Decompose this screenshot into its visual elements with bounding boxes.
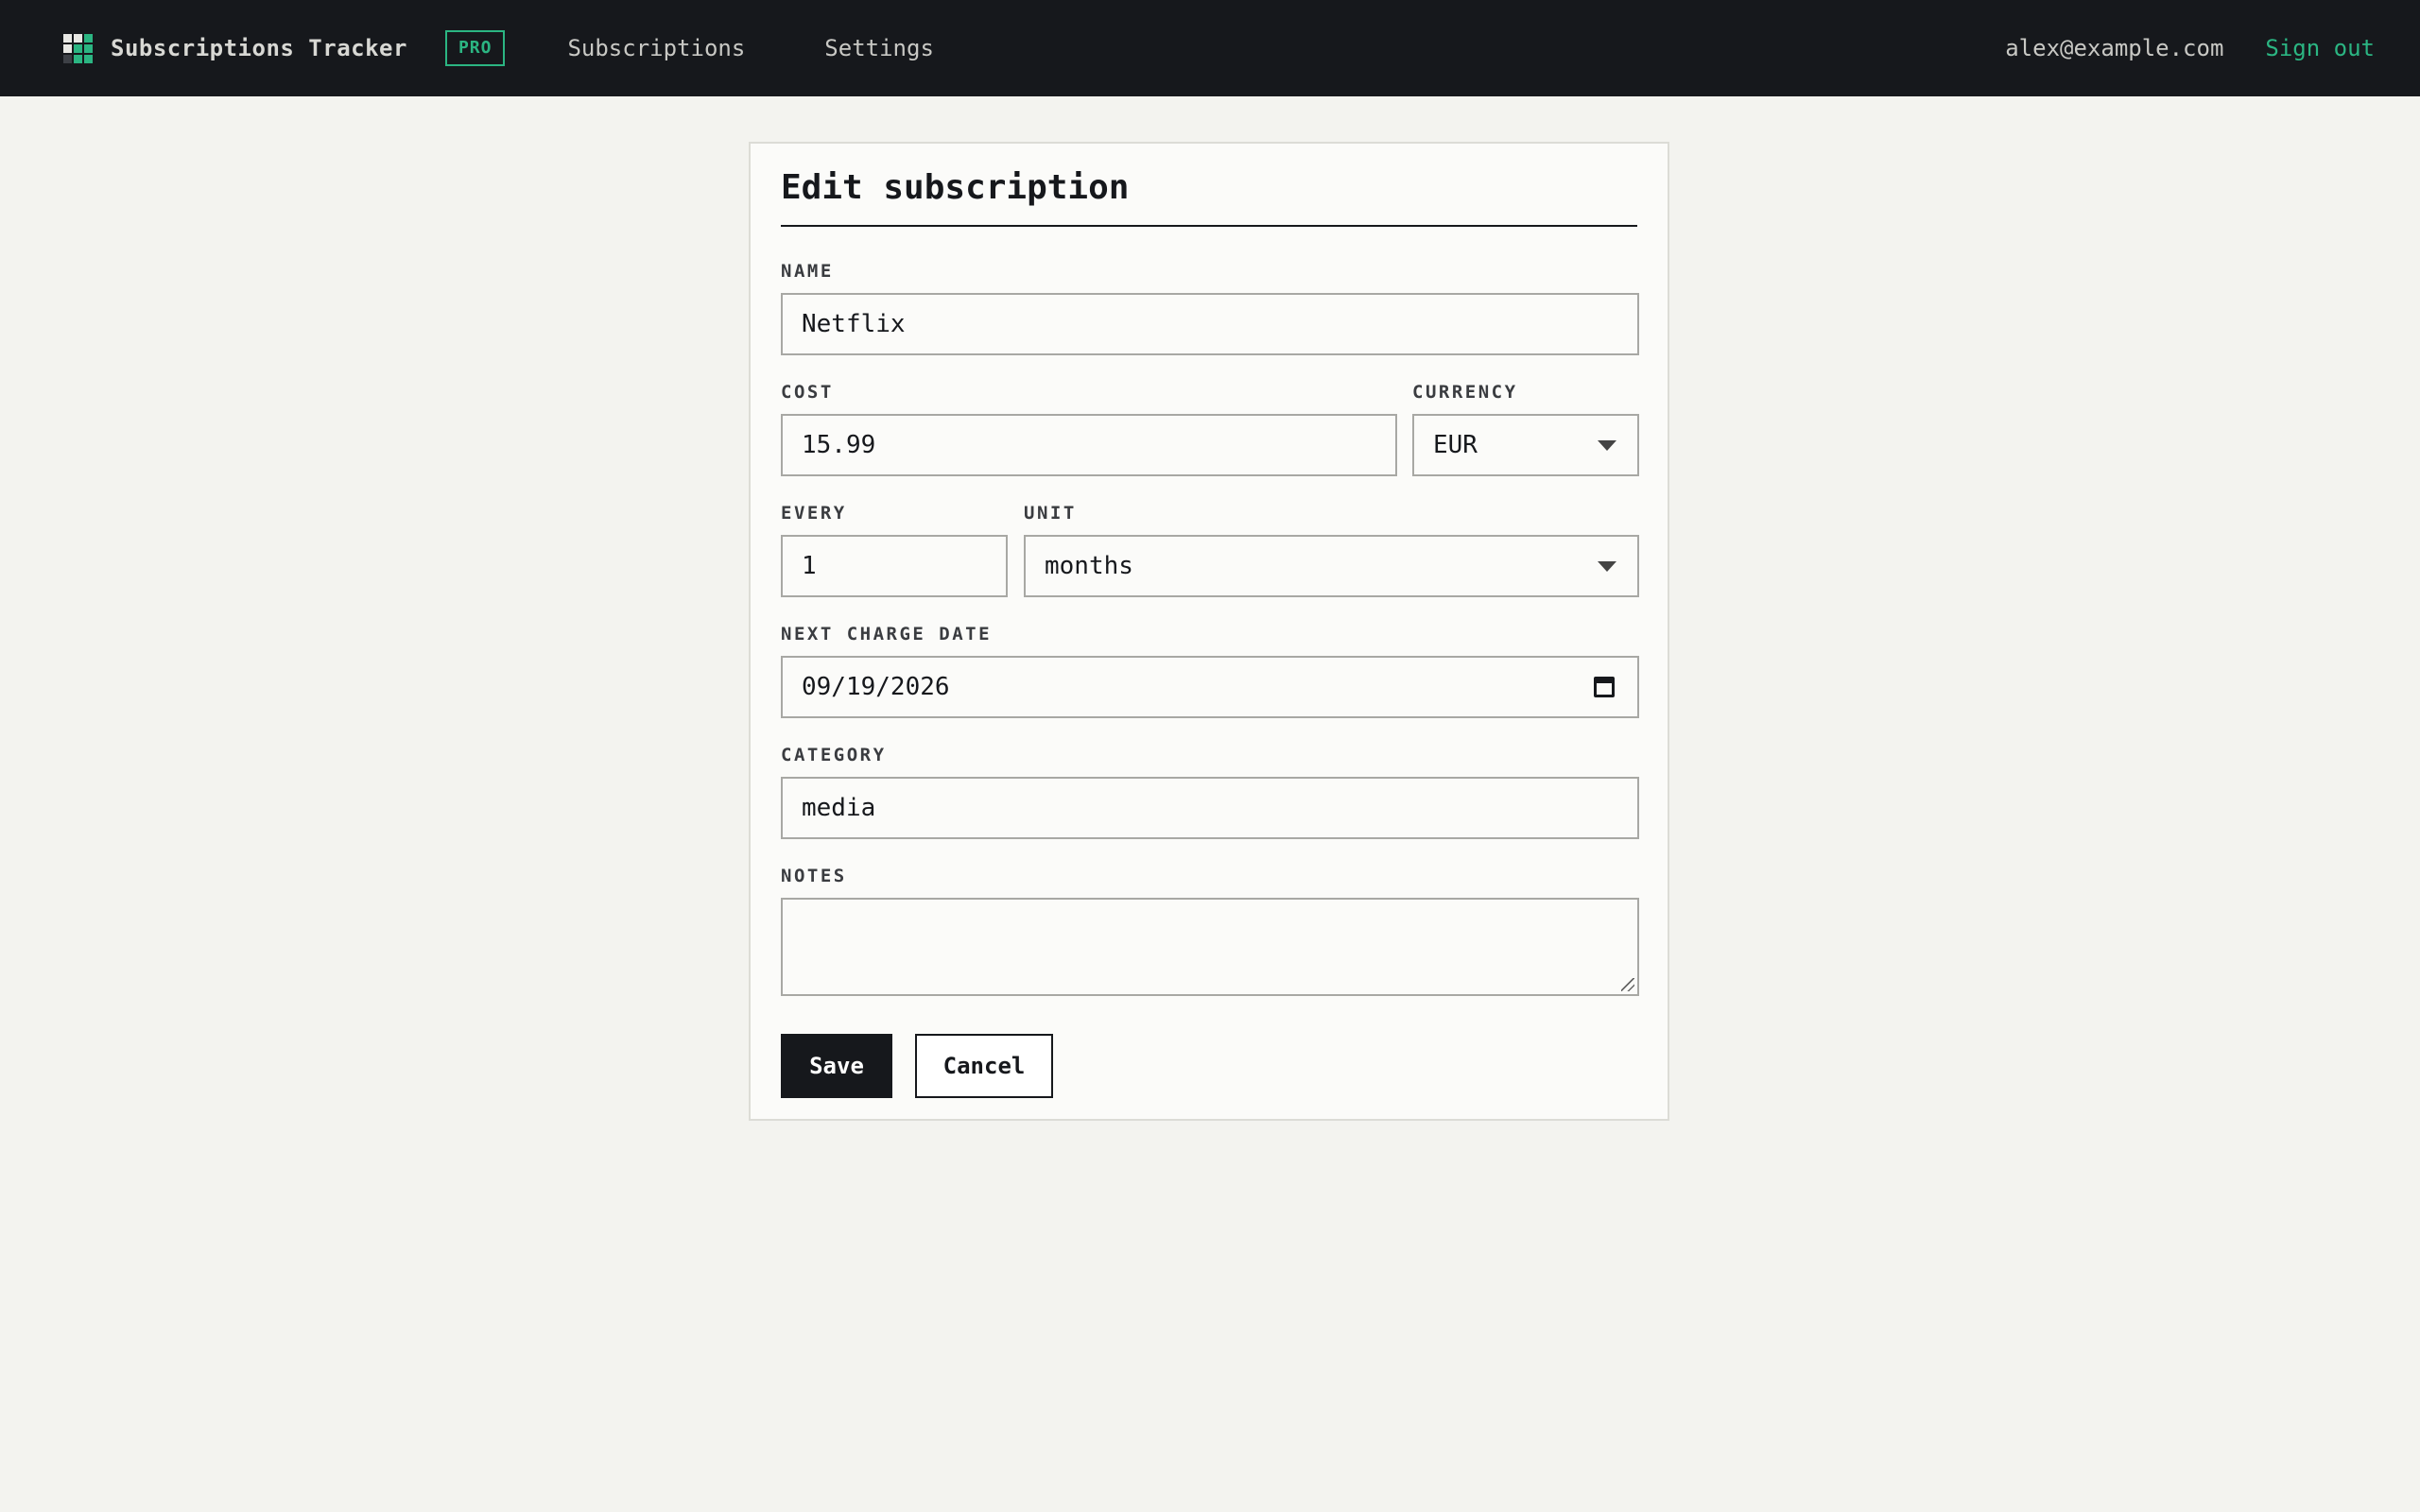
unit-select[interactable]: months xyxy=(1024,535,1639,597)
name-label: NAME xyxy=(781,261,834,282)
logo-square xyxy=(74,54,82,63)
currency-label: CURRENCY xyxy=(1412,382,1518,403)
every-input[interactable]: 1 xyxy=(781,535,1008,597)
calendar-icon[interactable] xyxy=(1594,677,1615,697)
name-input-value: Netflix xyxy=(802,310,906,338)
logo-square xyxy=(63,54,72,63)
unit-label: UNIT xyxy=(1024,503,1077,524)
sign-out-link[interactable]: Sign out xyxy=(2265,35,2375,61)
every-input-value: 1 xyxy=(802,552,817,580)
app-logo-icon xyxy=(63,33,93,63)
logo-square xyxy=(84,54,93,63)
every-label: EVERY xyxy=(781,503,847,524)
next-charge-date-value: 09/19/2026 xyxy=(802,673,950,701)
cancel-button[interactable]: Cancel xyxy=(915,1034,1053,1098)
resize-handle-icon[interactable] xyxy=(1621,978,1634,991)
next-charge-date-label: NEXT CHARGE DATE xyxy=(781,624,993,644)
category-input-value: media xyxy=(802,794,876,822)
user-email: alex@example.com xyxy=(2005,35,2224,61)
currency-select[interactable]: EUR xyxy=(1412,414,1639,476)
logo-square xyxy=(84,43,93,53)
chevron-down-icon xyxy=(1598,440,1616,451)
category-label: CATEGORY xyxy=(781,745,887,765)
logo-square xyxy=(74,43,82,53)
cost-input[interactable]: 15.99 xyxy=(781,414,1397,476)
currency-select-value: EUR xyxy=(1433,431,1478,459)
notes-textarea[interactable] xyxy=(781,898,1639,996)
notes-label: NOTES xyxy=(781,866,847,886)
top-navigation-bar: Subscriptions Tracker PRO Subscriptions … xyxy=(0,0,2420,96)
logo-square xyxy=(63,33,72,43)
save-button[interactable]: Save xyxy=(781,1034,892,1098)
pro-badge: PRO xyxy=(444,30,506,66)
chevron-down-icon xyxy=(1598,561,1616,572)
category-input[interactable]: media xyxy=(781,777,1639,839)
name-input[interactable]: Netflix xyxy=(781,293,1639,355)
cost-label: COST xyxy=(781,382,834,403)
unit-select-value: months xyxy=(1045,552,1133,580)
edit-subscription-card: Edit subscription NAME Netflix COST 15.9… xyxy=(749,142,1669,1121)
logo-square xyxy=(74,33,82,43)
next-charge-date-input[interactable]: 09/19/2026 xyxy=(781,656,1639,718)
nav-subscriptions[interactable]: Subscriptions xyxy=(567,35,745,61)
logo-square xyxy=(84,33,93,43)
cost-input-value: 15.99 xyxy=(802,431,876,459)
app-brand-name[interactable]: Subscriptions Tracker xyxy=(111,35,407,61)
logo-square xyxy=(63,43,72,53)
page-title: Edit subscription xyxy=(781,144,1637,227)
nav-settings[interactable]: Settings xyxy=(824,35,934,61)
